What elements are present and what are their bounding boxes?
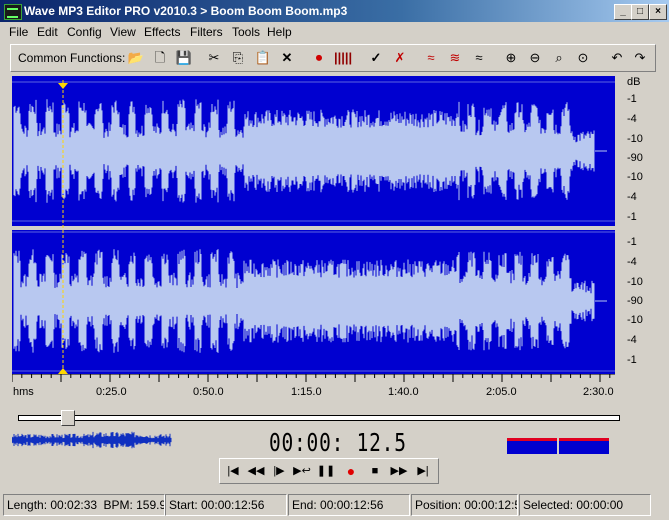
db-label: -1: [627, 354, 637, 366]
common-functions-toolbar: Common Functions: 📂 🗋 💾 ✂ ⎘ 📋 ✕ ⏺ ||||| …: [10, 44, 656, 72]
time-unit-label: hms: [13, 386, 34, 398]
status-bar: Length: 00:02:33 BPM: 159.96 Start: 00:0…: [0, 492, 669, 520]
undo-icon[interactable]: ↶: [608, 49, 626, 67]
level-meter: [507, 438, 609, 454]
db-label: -10: [627, 276, 643, 288]
status-position: Position: 00:00:12:56: [411, 494, 518, 516]
level-meter-left: [507, 438, 557, 454]
db-label: -4: [627, 191, 637, 203]
uncheck-icon[interactable]: ✗: [391, 49, 409, 67]
time-tick-label: 0:50.0: [193, 386, 224, 398]
rewind-icon[interactable]: ◀◀: [245, 462, 267, 480]
status-bpm: BPM: 159.96: [103, 498, 164, 512]
time-tick-label: 0:25.0: [96, 386, 127, 398]
fast-forward-icon[interactable]: ▶▶: [388, 462, 410, 480]
status-selected: Selected: 00:00:00: [519, 494, 651, 516]
check-icon[interactable]: ✓: [367, 49, 385, 67]
record-button-icon[interactable]: ●: [340, 462, 362, 480]
paste-icon[interactable]: 📋: [254, 49, 272, 67]
bars-icon[interactable]: |||||: [334, 49, 352, 67]
time-tick-label: 1:40.0: [388, 386, 419, 398]
db-scale: dB -1 -4 -10 -90 -10 -4 -1 -1 -4 -10 -90…: [617, 76, 657, 374]
status-end: End: 00:00:12:56: [288, 494, 410, 516]
zoom-in-icon[interactable]: ⊕: [502, 49, 520, 67]
status-length-bpm: Length: 00:02:33 BPM: 159.96: [3, 494, 165, 516]
delete-icon[interactable]: ✕: [278, 49, 296, 67]
wave-black-icon[interactable]: ≈: [470, 49, 488, 67]
copy-icon[interactable]: ⎘: [229, 49, 247, 67]
record-icon[interactable]: ⏺: [310, 49, 328, 67]
menu-effects[interactable]: Effects: [144, 25, 180, 39]
open-icon[interactable]: 📂: [127, 49, 145, 67]
menu-file[interactable]: File: [9, 25, 28, 39]
status-length: Length: 00:02:33: [7, 498, 98, 512]
save-icon[interactable]: 💾: [175, 49, 193, 67]
status-start: Start: 00:00:12:56: [165, 494, 287, 516]
db-label: -4: [627, 256, 637, 268]
play-loop-icon[interactable]: ▶↩: [291, 462, 313, 480]
position-slider-thumb[interactable]: [61, 410, 75, 426]
wave-red-2-icon[interactable]: ≋: [446, 49, 464, 67]
menu-edit[interactable]: Edit: [37, 25, 58, 39]
app-icon: [4, 4, 22, 20]
position-slider-track[interactable]: [18, 415, 620, 421]
zoom-icon[interactable]: ⌕: [550, 49, 568, 67]
zoom-all-icon[interactable]: ⊙: [574, 49, 592, 67]
menu-tools[interactable]: Tools: [232, 25, 260, 39]
overview-waveform[interactable]: [11, 430, 172, 450]
pause-icon[interactable]: ❚❚: [315, 462, 337, 480]
db-label: -1: [627, 93, 637, 105]
time-display: 00:00: 12.5: [269, 428, 407, 457]
menu-filters[interactable]: Filters: [190, 25, 223, 39]
db-label: -10: [627, 171, 643, 183]
menu-bar: File Edit Config View Effects Filters To…: [0, 22, 669, 42]
time-ruler[interactable]: hms 0:25.0 0:50.0 1:15.0 1:40.0 2:05.0 2…: [12, 374, 615, 402]
db-label: -90: [627, 295, 643, 307]
maximize-button[interactable]: □: [631, 4, 649, 20]
level-meter-right: [559, 438, 609, 454]
db-unit-label: dB: [627, 76, 641, 88]
minimize-button[interactable]: _: [614, 4, 632, 20]
menu-config[interactable]: Config: [67, 25, 102, 39]
close-button[interactable]: ×: [649, 4, 667, 20]
time-tick-label: 2:05.0: [486, 386, 517, 398]
cut-icon[interactable]: ✂: [205, 49, 223, 67]
stop-icon[interactable]: ■: [364, 462, 386, 480]
transport-controls: |◀ ◀◀ |▶ ▶↩ ❚❚ ● ■ ▶▶ ▶|: [219, 458, 439, 484]
go-to-start-icon[interactable]: |◀: [222, 462, 244, 480]
toolbar-label: Common Functions:: [18, 51, 126, 65]
time-tick-label: 1:15.0: [291, 386, 322, 398]
time-tick-label: 2:30.0: [583, 386, 614, 398]
db-label: -10: [627, 314, 643, 326]
db-label: -1: [627, 211, 637, 223]
waveform-view[interactable]: [12, 76, 615, 374]
window-title: Wave MP3 Editor PRO v2010.3 > Boom Boom …: [24, 4, 348, 18]
play-icon[interactable]: |▶: [268, 462, 290, 480]
go-to-end-icon[interactable]: ▶|: [412, 462, 434, 480]
zoom-out-icon[interactable]: ⊖: [526, 49, 544, 67]
wave-red-icon[interactable]: ≈: [422, 49, 440, 67]
db-label: -4: [627, 113, 637, 125]
db-label: -10: [627, 133, 643, 145]
new-icon[interactable]: 🗋: [151, 49, 169, 67]
db-label: -4: [627, 334, 637, 346]
menu-view[interactable]: View: [110, 25, 136, 39]
redo-icon[interactable]: ↷: [631, 49, 649, 67]
db-label: -1: [627, 236, 637, 248]
menu-help[interactable]: Help: [267, 25, 292, 39]
position-marker[interactable]: [12, 76, 615, 374]
title-bar: Wave MP3 Editor PRO v2010.3 > Boom Boom …: [0, 0, 669, 22]
db-label: -90: [627, 152, 643, 164]
